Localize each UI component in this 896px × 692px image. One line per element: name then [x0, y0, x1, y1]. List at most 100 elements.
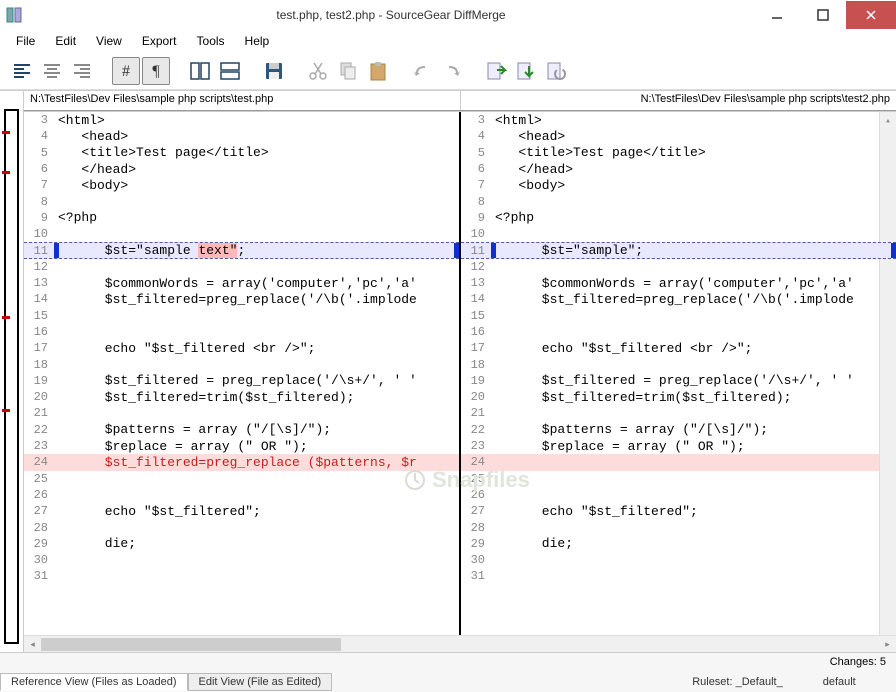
code-line[interactable]: 26: [24, 487, 459, 503]
code-line[interactable]: 6 </head>: [24, 161, 459, 177]
menu-export[interactable]: Export: [134, 32, 185, 50]
code-line[interactable]: 25: [461, 471, 896, 487]
copy-button[interactable]: [334, 57, 362, 85]
code-line[interactable]: 21: [24, 405, 459, 421]
code-line[interactable]: 24 $st_filtered=preg_replace ($patterns,…: [24, 454, 459, 470]
menu-view[interactable]: View: [88, 32, 130, 50]
code-line[interactable]: 12: [24, 259, 459, 275]
split-vertical-button[interactable]: [186, 57, 214, 85]
paste-button[interactable]: [364, 57, 392, 85]
code-line[interactable]: 22 $patterns = array ("/[\s]/");: [24, 422, 459, 438]
scroll-left-icon[interactable]: ◂: [24, 636, 41, 653]
right-code-pane[interactable]: ▴ 3<html>4 <head>5 <title>Test page</tit…: [459, 112, 896, 635]
code-line[interactable]: 9<?php: [24, 210, 459, 226]
cut-button[interactable]: [304, 57, 332, 85]
code-line[interactable]: 27 echo "$st_filtered";: [461, 503, 896, 519]
code-line[interactable]: 19 $st_filtered = preg_replace('/\s+/', …: [461, 373, 896, 389]
scroll-up-icon[interactable]: ▴: [880, 112, 896, 129]
code-line[interactable]: 11 $st="sample";: [461, 242, 896, 258]
doc-refresh-button[interactable]: [542, 57, 570, 85]
code-line[interactable]: 23 $replace = array (" OR ");: [24, 438, 459, 454]
maximize-button[interactable]: [800, 1, 846, 29]
code-line[interactable]: 13 $commonWords = array('computer','pc',…: [461, 275, 896, 291]
code-line[interactable]: 14 $st_filtered=preg_replace('/\b('.impl…: [24, 291, 459, 307]
code-line[interactable]: 17 echo "$st_filtered <br />";: [461, 340, 896, 356]
code-line[interactable]: 28: [24, 519, 459, 535]
code-line[interactable]: 31: [24, 568, 459, 584]
code-line[interactable]: 7 <body>: [461, 177, 896, 193]
code-line[interactable]: 3<html>: [24, 112, 459, 128]
horizontal-scrollbar[interactable]: ◂ ▸: [24, 636, 896, 652]
code-line[interactable]: 15: [24, 308, 459, 324]
menu-edit[interactable]: Edit: [47, 32, 84, 50]
code-line[interactable]: 4 <head>: [24, 128, 459, 144]
code-line[interactable]: 8: [461, 193, 896, 209]
code-line[interactable]: 20 $st_filtered=trim($st_filtered);: [24, 389, 459, 405]
gutter-mark[interactable]: [2, 316, 10, 319]
gutter-mark[interactable]: [2, 171, 10, 174]
align-right-button[interactable]: [68, 57, 96, 85]
scrollbar-thumb[interactable]: [41, 638, 341, 651]
align-center-button[interactable]: [38, 57, 66, 85]
diff-overview-gutter[interactable]: [0, 91, 24, 652]
code-line[interactable]: 3<html>: [461, 112, 896, 128]
close-button[interactable]: [846, 1, 896, 29]
tab-edit-view[interactable]: Edit View (File as Edited): [188, 673, 333, 691]
code-line[interactable]: 5 <title>Test page</title>: [461, 145, 896, 161]
code-line[interactable]: 10: [24, 226, 459, 242]
code-line[interactable]: 18: [24, 356, 459, 372]
redo-button[interactable]: [438, 57, 466, 85]
doc-next-button[interactable]: [482, 57, 510, 85]
scroll-right-icon[interactable]: ▸: [879, 636, 896, 653]
code-line[interactable]: 25: [24, 471, 459, 487]
code-line[interactable]: 16: [461, 324, 896, 340]
vertical-scrollbar[interactable]: ▴: [879, 112, 896, 635]
code-line[interactable]: 21: [461, 405, 896, 421]
code-line[interactable]: 13 $commonWords = array('computer','pc',…: [24, 275, 459, 291]
hash-toggle-button[interactable]: #: [112, 57, 140, 85]
line-number: 3: [461, 113, 491, 127]
code-line[interactable]: 23 $replace = array (" OR ");: [461, 438, 896, 454]
menu-file[interactable]: File: [8, 32, 43, 50]
code-line[interactable]: 31: [461, 568, 896, 584]
gutter-mark[interactable]: [2, 131, 10, 134]
code-line[interactable]: 20 $st_filtered=trim($st_filtered);: [461, 389, 896, 405]
line-number: 14: [461, 292, 491, 306]
code-line[interactable]: 26: [461, 487, 896, 503]
minimize-button[interactable]: [754, 1, 800, 29]
code-line[interactable]: 28: [461, 519, 896, 535]
tab-reference-view[interactable]: Reference View (Files as Loaded): [0, 673, 188, 691]
left-code-pane[interactable]: 3<html>4 <head>5 <title>Test page</title…: [24, 112, 459, 635]
split-horizontal-button[interactable]: [216, 57, 244, 85]
menu-tools[interactable]: Tools: [189, 32, 233, 50]
code-line[interactable]: 30: [24, 552, 459, 568]
code-line[interactable]: 5 <title>Test page</title>: [24, 145, 459, 161]
code-line[interactable]: 11 $st="sample text";: [24, 242, 459, 258]
code-line[interactable]: 29 die;: [461, 536, 896, 552]
align-left-button[interactable]: [8, 57, 36, 85]
code-line[interactable]: 7 <body>: [24, 177, 459, 193]
code-line[interactable]: 27 echo "$st_filtered";: [24, 503, 459, 519]
code-line[interactable]: 30: [461, 552, 896, 568]
pilcrow-toggle-button[interactable]: ¶: [142, 57, 170, 85]
code-line[interactable]: 17 echo "$st_filtered <br />";: [24, 340, 459, 356]
gutter-mark[interactable]: [2, 409, 10, 412]
code-line[interactable]: 29 die;: [24, 536, 459, 552]
code-line[interactable]: 12: [461, 259, 896, 275]
code-line[interactable]: 24: [461, 454, 896, 470]
code-line[interactable]: 14 $st_filtered=preg_replace('/\b('.impl…: [461, 291, 896, 307]
doc-next2-button[interactable]: [512, 57, 540, 85]
code-line[interactable]: 10: [461, 226, 896, 242]
code-line[interactable]: 19 $st_filtered = preg_replace('/\s+/', …: [24, 373, 459, 389]
save-button[interactable]: [260, 57, 288, 85]
code-line[interactable]: 22 $patterns = array ("/[\s]/");: [461, 422, 896, 438]
code-line[interactable]: 8: [24, 193, 459, 209]
code-line[interactable]: 6 </head>: [461, 161, 896, 177]
menu-help[interactable]: Help: [237, 32, 278, 50]
code-line[interactable]: 9<?php: [461, 210, 896, 226]
code-line[interactable]: 15: [461, 308, 896, 324]
code-line[interactable]: 18: [461, 356, 896, 372]
code-line[interactable]: 16: [24, 324, 459, 340]
code-line[interactable]: 4 <head>: [461, 128, 896, 144]
undo-button[interactable]: [408, 57, 436, 85]
